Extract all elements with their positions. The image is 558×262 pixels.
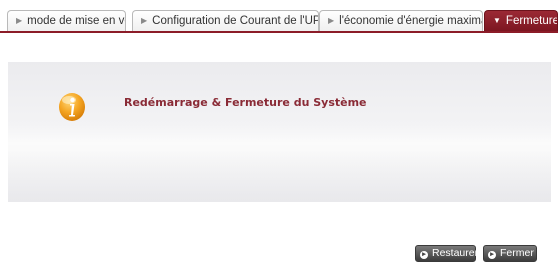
tab-ups-power-config[interactable]: ▶ Configuration de Courant de l'UPS (132, 10, 319, 32)
chevron-down-icon: ▼ (493, 16, 501, 25)
tab-label: mode de mise en veille (27, 15, 125, 27)
tab-bar: ▶ mode de mise en veille ▶ Configuration d… (7, 10, 558, 32)
close-label: Fermer (500, 247, 534, 259)
tab-underline (0, 31, 558, 33)
tab-label: Configuration de Courant de l'UPS (152, 15, 319, 27)
restore-label: Restaurer (432, 247, 479, 259)
content-panel (8, 62, 551, 202)
tab-shutdown[interactable]: ▼ Fermeture (484, 10, 558, 32)
chevron-right-icon: ▶ (141, 16, 148, 25)
tab-label: Fermeture (505, 15, 558, 27)
panel-title: Redémarrage & Fermeture du Système (124, 96, 367, 109)
bullet-icon: ▸ (420, 251, 428, 259)
chevron-right-icon: ▶ (328, 16, 335, 25)
close-button[interactable]: ▸ Fermer (483, 245, 537, 262)
restore-button[interactable]: ▸ Restaurer (415, 245, 479, 262)
chevron-right-icon: ▶ (16, 16, 23, 25)
panel-shine (8, 150, 551, 202)
tab-sleep-mode[interactable]: ▶ mode de mise en veille (7, 10, 126, 32)
tab-label: l'économie d'énergie maximale (339, 15, 483, 27)
tab-max-power-saving[interactable]: ▶ l'économie d'énergie maximale (319, 10, 483, 32)
bullet-icon: ▸ (488, 251, 496, 259)
info-icon (59, 93, 85, 121)
